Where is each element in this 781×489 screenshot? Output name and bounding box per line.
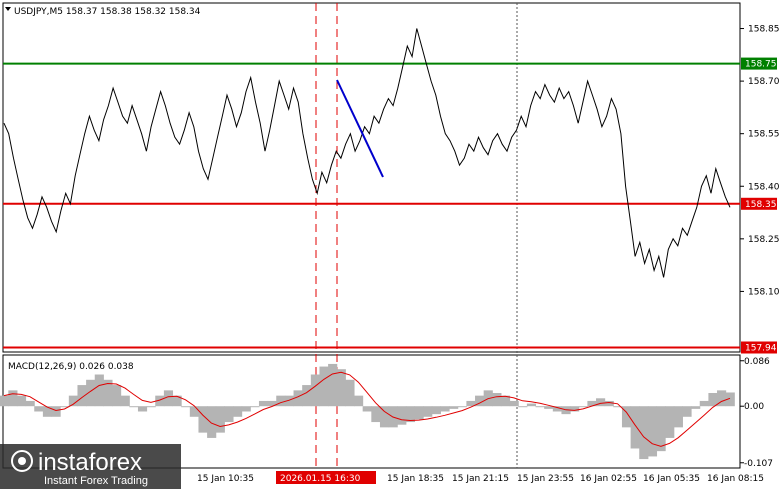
macd-histogram-bar — [189, 406, 199, 417]
symbol-header: USDJPY,M5 158.37 158.38 158.32 158.34 — [14, 7, 201, 17]
macd-histogram-bar — [233, 406, 243, 417]
macd-histogram-bar — [535, 406, 545, 408]
watermark-tagline: Instant Forex Trading — [44, 475, 148, 487]
macd-histogram-bar — [215, 406, 225, 433]
trading-chart[interactable]: 158.75 158.35 157.94 158.85 158.70 158.55 158… — [0, 0, 781, 489]
macd-histogram-bar — [440, 406, 450, 412]
macd-histogram-bar — [405, 406, 416, 423]
macd-histogram-bar — [708, 393, 718, 407]
macd-tick-label: 0.00 — [744, 402, 764, 412]
macd-histogram-bar — [16, 395, 27, 407]
macd-histogram-bar — [509, 400, 519, 407]
macd-tick-label: -0.107 — [744, 459, 773, 469]
macd-histogram-bar — [336, 369, 346, 407]
macd-histogram-bar — [431, 406, 441, 415]
macd-histogram-bar — [224, 406, 234, 423]
macd-histogram-bar — [250, 406, 260, 408]
macd-histogram-bar — [604, 400, 614, 407]
price-tick-label: 158.40 — [748, 182, 780, 192]
price-tick-label: 158.55 — [748, 130, 780, 140]
macd-histogram-bar — [137, 406, 148, 412]
time-tick-label: 15 Jan 10:35 — [197, 474, 254, 484]
time-tick-label: 16 Jan 08:15 — [707, 474, 764, 484]
macd-histogram-bar — [596, 398, 606, 407]
macd-histogram-bar — [319, 366, 329, 407]
macd-histogram-bar — [146, 406, 156, 408]
logo-dot-icon — [18, 457, 26, 465]
macd-tick-label: 0.086 — [744, 357, 770, 367]
macd-histogram-bar — [34, 406, 44, 412]
macd-histogram-bar — [691, 406, 701, 409]
macd-histogram-bar — [276, 395, 286, 407]
time-tick-label: 16 Jan 02:55 — [580, 474, 637, 484]
macd-histogram-bar — [112, 385, 122, 407]
price-tick-label: 158.10 — [748, 287, 780, 297]
time-tick-label: 15 Jan 23:55 — [517, 474, 574, 484]
macd-histogram-bar — [423, 406, 433, 417]
macd-histogram-bar — [241, 406, 251, 412]
time-tick-label: 15 Jan 21:15 — [452, 474, 509, 484]
macd-histogram-bar — [129, 406, 139, 408]
macd-histogram-bar — [371, 406, 381, 423]
macd-histogram-bar — [492, 393, 502, 407]
macd-histogram-bar — [518, 406, 528, 408]
macd-histogram-bar — [94, 374, 104, 407]
macd-histogram-bar — [120, 395, 130, 407]
macd-histogram-bar — [665, 406, 675, 438]
macd-histogram-bar — [379, 406, 390, 428]
level-label: 158.75 — [745, 60, 777, 70]
macd-histogram-bar — [578, 406, 588, 408]
macd-histogram-bar — [8, 390, 18, 407]
macd-histogram-bar — [673, 406, 683, 428]
level-label: 158.35 — [745, 200, 777, 210]
macd-histogram-bar — [198, 406, 208, 433]
macd-histogram-bar — [42, 406, 53, 417]
macd-histogram-bar — [345, 379, 355, 407]
macd-histogram-bar — [354, 395, 364, 407]
macd-histogram-bar — [682, 406, 692, 417]
macd-histogram-bar — [207, 406, 217, 438]
time-tick-label: 15 Jan 18:35 — [387, 474, 444, 484]
macd-histogram-bar — [51, 406, 61, 417]
macd-histogram-bar — [25, 400, 35, 407]
price-tick-label: 158.70 — [748, 77, 780, 87]
price-tick-label: 158.85 — [748, 25, 780, 35]
time-highlight-label: 2026.01.15 16:30 — [280, 474, 361, 484]
macd-histogram-bar — [328, 363, 338, 407]
macd-histogram-bar — [656, 406, 666, 452]
macd-header: MACD(12,26,9) 0.026 0.038 — [8, 362, 134, 372]
time-tick-label: 16 Jan 05:35 — [643, 474, 700, 484]
macd-histogram-bar — [526, 403, 537, 407]
macd-histogram-bar — [258, 400, 269, 407]
macd-histogram-bar — [647, 406, 658, 457]
macd-histogram-bar — [302, 385, 312, 407]
macd-histogram-bar — [362, 406, 372, 412]
macd-histogram-bar — [310, 374, 320, 407]
macd-histogram-bar — [414, 406, 424, 420]
macd-histogram-bar — [699, 400, 709, 407]
macd-histogram-bar — [397, 406, 407, 425]
macd-histogram-bar — [0, 395, 9, 407]
macd-histogram-bar — [630, 406, 640, 449]
macd-histogram-bar — [457, 406, 467, 408]
macd-histogram-bar — [449, 406, 459, 409]
macd-histogram-bar — [181, 406, 191, 408]
price-tick-label: 158.25 — [748, 235, 780, 245]
watermark-brand: instaforex — [38, 449, 142, 476]
instaforex-watermark: instaforex Instant Forex Trading — [0, 444, 181, 489]
level-label: 157.94 — [745, 343, 777, 353]
